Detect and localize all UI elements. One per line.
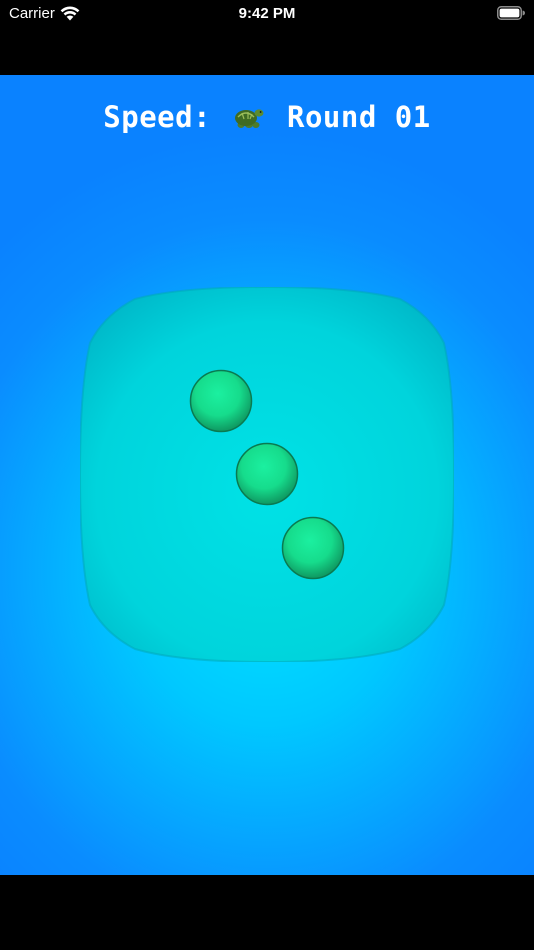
round-label: Round 01 bbox=[287, 100, 431, 134]
turtle-icon[interactable] bbox=[233, 104, 265, 130]
status-clock: 9:42 PM bbox=[238, 5, 296, 22]
dice[interactable] bbox=[80, 287, 454, 662]
game-screen: Carrier 9:42 PM Speed: Round 01 bbox=[0, 0, 534, 950]
bottom-letterbox bbox=[0, 875, 534, 950]
battery-icon bbox=[497, 6, 525, 20]
speed-label: Speed: bbox=[103, 100, 212, 134]
game-area[interactable]: Speed: Round 01 bbox=[0, 75, 534, 875]
hud-bar: Speed: Round 01 bbox=[0, 100, 534, 134]
die-pip bbox=[281, 516, 345, 580]
status-bar: Carrier 9:42 PM bbox=[0, 0, 534, 28]
die-pip bbox=[189, 369, 253, 433]
die-pip bbox=[235, 442, 299, 506]
